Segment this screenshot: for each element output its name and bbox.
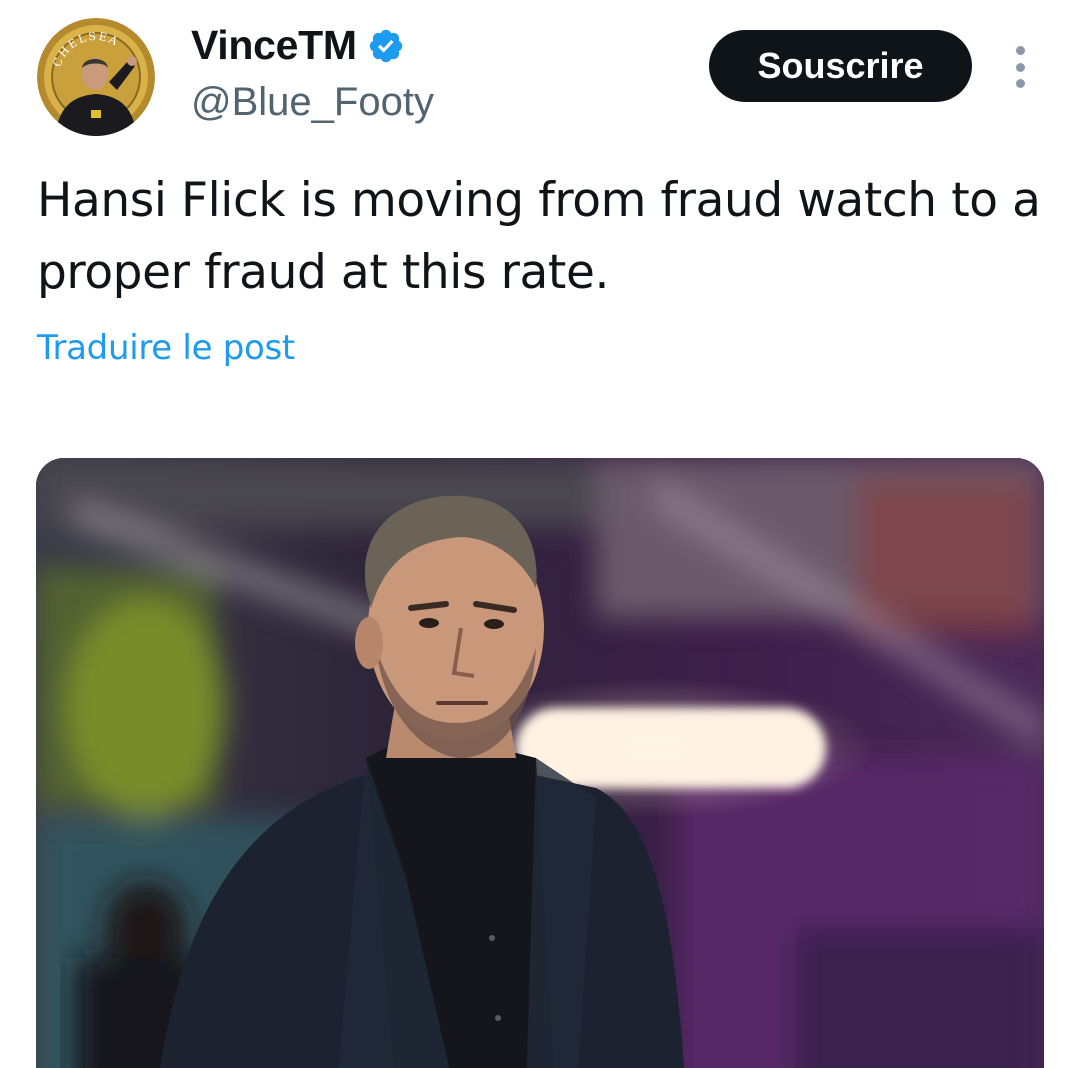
post-text: Hansi Flick is moving from fraud watch t…: [37, 173, 1041, 300]
translate-post-link[interactable]: Traduire le post: [37, 328, 295, 368]
author-handle[interactable]: @Blue_Footy: [191, 80, 434, 125]
post-media-photo[interactable]: [36, 458, 1044, 1068]
club-crest-avatar-icon: CHELSEA: [37, 18, 155, 136]
more-dot: [1015, 46, 1025, 55]
verified-badge-icon: [367, 27, 405, 65]
more-dot: [1015, 62, 1025, 72]
subscribe-button[interactable]: Souscrire: [709, 30, 972, 102]
coach-photo: [36, 458, 1044, 1068]
author-name-row[interactable]: VinceTM: [191, 22, 405, 69]
more-options-icon[interactable]: [1006, 44, 1034, 90]
more-dot: [1015, 79, 1025, 88]
author-display-name[interactable]: VinceTM: [191, 22, 357, 69]
tweet-card: CHELSEA VinceTM @Blue_Footy Souscrire Ha…: [0, 0, 1080, 1068]
avatar[interactable]: CHELSEA: [37, 18, 155, 136]
